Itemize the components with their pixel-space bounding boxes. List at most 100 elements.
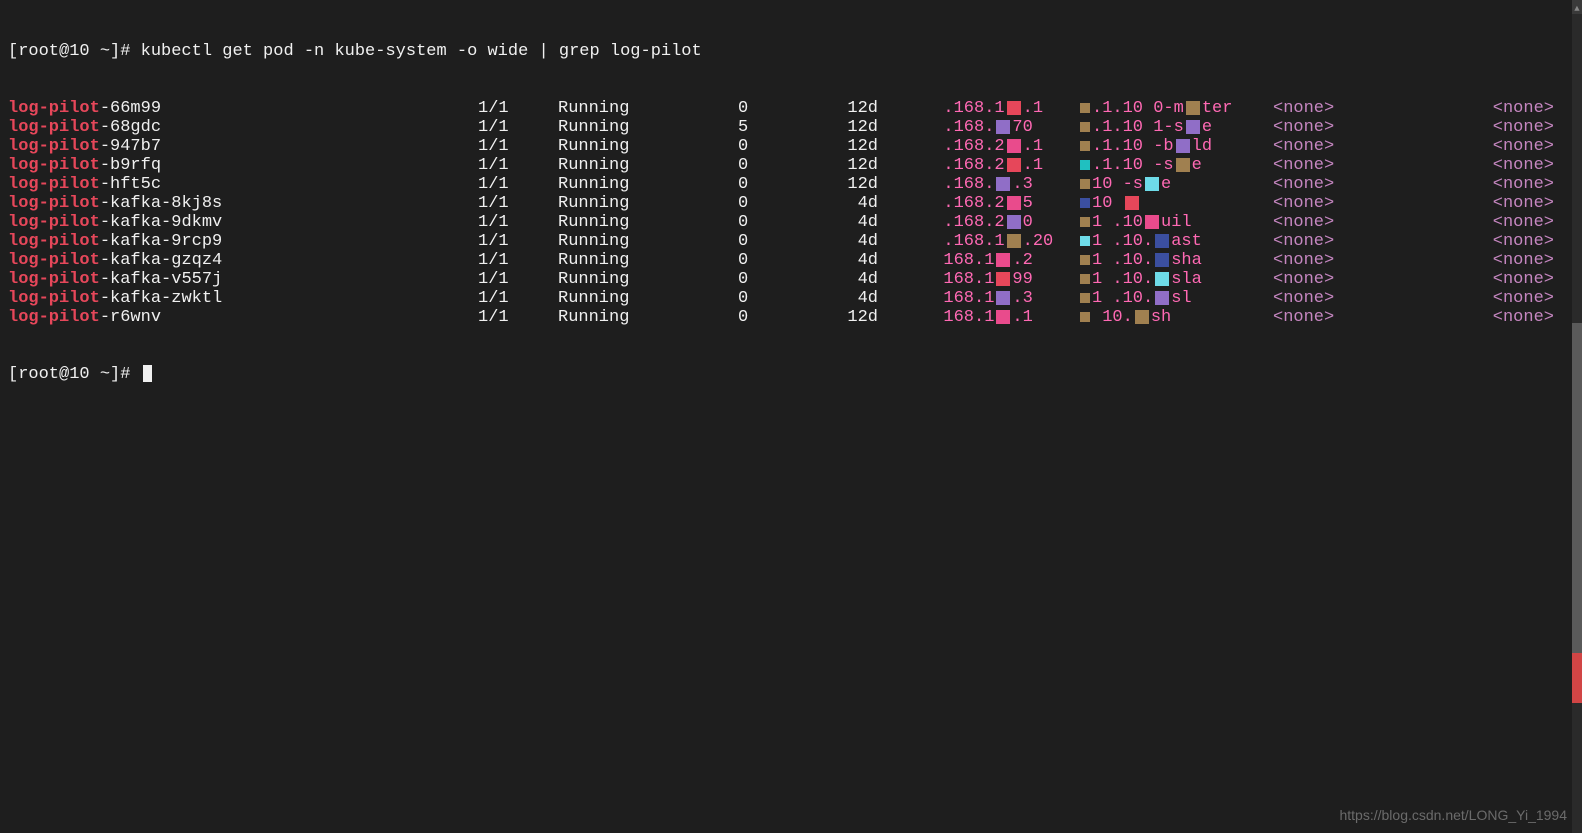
pod-status: Running [558, 156, 738, 175]
pod-node: .1.10 0-mter [1078, 99, 1273, 118]
pod-ip: 168.1.2 [923, 251, 1078, 270]
pod-node: .1.10 -bld [1078, 137, 1273, 156]
pod-name: log-pilot-kafka-v557j [8, 270, 478, 289]
terminal-output[interactable]: [root@10 ~]# kubectl get pod -n kube-sys… [0, 0, 1582, 407]
pod-age: 12d [843, 99, 923, 118]
pod-status: Running [558, 137, 738, 156]
pod-age: 12d [843, 118, 923, 137]
pod-ip: .168.20 [923, 213, 1078, 232]
command-text: kubectl get pod -n kube-system -o wide |… [130, 42, 701, 61]
prompt: [root@10 ~]# [8, 365, 141, 384]
pod-age: 12d [843, 308, 923, 327]
pod-ready: 1/1 [478, 156, 558, 175]
pod-ip: .168.70 [923, 118, 1078, 137]
pod-readiness: <none> [1428, 175, 1574, 194]
pod-readiness: <none> [1428, 137, 1574, 156]
pod-nominated: <none> [1273, 232, 1428, 251]
pod-readiness: <none> [1428, 194, 1574, 213]
pod-name: log-pilot-kafka-gzqz4 [8, 251, 478, 270]
pod-row: log-pilot-947b71/1Running012d .168.2.1.1… [8, 137, 1574, 156]
pod-restarts: 0 [738, 156, 843, 175]
pod-ready: 1/1 [478, 289, 558, 308]
pod-row: log-pilot-kafka-9dkmv1/1Running04d .168.… [8, 213, 1574, 232]
pod-status: Running [558, 118, 738, 137]
pod-ready: 1/1 [478, 99, 558, 118]
pod-ready: 1/1 [478, 251, 558, 270]
pod-age: 12d [843, 175, 923, 194]
pod-restarts: 0 [738, 270, 843, 289]
pod-age: 4d [843, 270, 923, 289]
pod-row: log-pilot-kafka-gzqz41/1Running04d 168.1… [8, 251, 1574, 270]
pod-status: Running [558, 213, 738, 232]
pod-row: log-pilot-kafka-9rcp91/1Running04d .168.… [8, 232, 1574, 251]
pod-nominated: <none> [1273, 289, 1428, 308]
pod-readiness: <none> [1428, 213, 1574, 232]
pod-readiness: <none> [1428, 156, 1574, 175]
pod-nominated: <none> [1273, 251, 1428, 270]
pod-row: log-pilot-68gdc1/1Running512d .168.70.1.… [8, 118, 1574, 137]
pod-age: 4d [843, 232, 923, 251]
pod-nominated: <none> [1273, 270, 1428, 289]
pod-node: .1.10 -se [1078, 156, 1273, 175]
pod-node: 10.sh [1078, 308, 1273, 327]
pod-node: 1 .10.sl [1078, 289, 1273, 308]
pod-nominated: <none> [1273, 194, 1428, 213]
pod-node: 1 .10uil [1078, 213, 1273, 232]
pod-name: log-pilot-hft5c [8, 175, 478, 194]
pod-restarts: 5 [738, 118, 843, 137]
pod-name: log-pilot-68gdc [8, 118, 478, 137]
pod-node: 10 -se [1078, 175, 1273, 194]
pod-nominated: <none> [1273, 156, 1428, 175]
pod-row: log-pilot-66m991/1Running012d .168.1.1.1… [8, 99, 1574, 118]
cursor [143, 365, 152, 382]
pod-restarts: 0 [738, 213, 843, 232]
pod-ip: .168.1.20 [923, 232, 1078, 251]
pod-name: log-pilot-66m99 [8, 99, 478, 118]
prompt: [root@10 ~]# [8, 42, 130, 61]
pod-row: log-pilot-kafka-8kj8s1/1Running04d .168.… [8, 194, 1574, 213]
pod-restarts: 0 [738, 175, 843, 194]
pod-node: 1 .10.sla [1078, 270, 1273, 289]
scrollbar-up-icon[interactable]: ▲ [1572, 0, 1582, 14]
scrollbar-thumb[interactable] [1572, 323, 1582, 703]
pod-name: log-pilot-947b7 [8, 137, 478, 156]
pod-age: 4d [843, 251, 923, 270]
pod-status: Running [558, 232, 738, 251]
pod-node: 10 [1078, 194, 1273, 213]
pod-nominated: <none> [1273, 99, 1428, 118]
pod-ready: 1/1 [478, 194, 558, 213]
pod-readiness: <none> [1428, 118, 1574, 137]
pod-status: Running [558, 308, 738, 327]
pod-age: 4d [843, 194, 923, 213]
pod-restarts: 0 [738, 232, 843, 251]
pod-name: log-pilot-r6wnv [8, 308, 478, 327]
pod-row: log-pilot-kafka-zwktl1/1Running04d 168.1… [8, 289, 1574, 308]
pod-nominated: <none> [1273, 137, 1428, 156]
pod-row: log-pilot-hft5c1/1Running012d .168..310 … [8, 175, 1574, 194]
pod-readiness: <none> [1428, 308, 1574, 327]
pod-restarts: 0 [738, 251, 843, 270]
pod-restarts: 0 [738, 99, 843, 118]
pod-ip: .168.2.1 [923, 156, 1078, 175]
pod-ready: 1/1 [478, 137, 558, 156]
pod-row: log-pilot-b9rfq1/1Running012d .168.2.1.1… [8, 156, 1574, 175]
next-prompt-line: [root@10 ~]# [8, 365, 1574, 384]
pod-ip: .168.25 [923, 194, 1078, 213]
pod-node: 1 .10.sha [1078, 251, 1273, 270]
pod-ip: .168..3 [923, 175, 1078, 194]
pod-status: Running [558, 194, 738, 213]
pod-status: Running [558, 251, 738, 270]
command-line: [root@10 ~]# kubectl get pod -n kube-sys… [8, 42, 1574, 61]
pod-readiness: <none> [1428, 232, 1574, 251]
pod-ip: 168.199 [923, 270, 1078, 289]
pod-ready: 1/1 [478, 175, 558, 194]
scrollbar[interactable]: ▲ [1572, 0, 1582, 833]
pod-ready: 1/1 [478, 213, 558, 232]
pod-readiness: <none> [1428, 270, 1574, 289]
pod-ip: .168.1.1 [923, 99, 1078, 118]
watermark: https://blog.csdn.net/LONG_Yi_1994 [1339, 806, 1567, 825]
pod-node: 1 .10.ast [1078, 232, 1273, 251]
pod-age: 4d [843, 213, 923, 232]
pod-age: 4d [843, 289, 923, 308]
pod-restarts: 0 [738, 137, 843, 156]
